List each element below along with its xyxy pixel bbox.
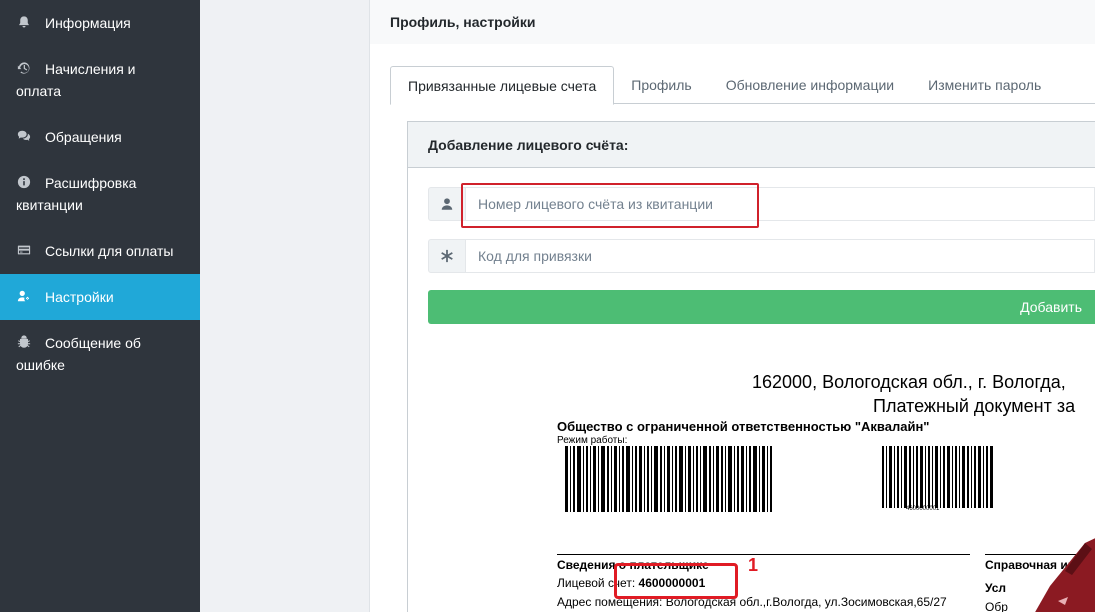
receipt-work-mode: Режим работы:	[557, 435, 628, 446]
receipt-obr: Обр	[985, 600, 1008, 612]
receipt-doc-line: Платежный документ за	[873, 396, 1076, 416]
add-button[interactable]: Добавить	[428, 290, 1095, 324]
receipt-account-label: Лицевой счет:	[557, 576, 636, 590]
user-gear-icon	[16, 287, 32, 305]
info-circle-icon	[16, 173, 32, 191]
tab-update-info[interactable]: Обновление информации	[709, 66, 911, 104]
sidebar-item-label: Расшифровка квитанции	[16, 175, 137, 213]
sidebar-item-label: Сообщение об ошибке	[16, 335, 141, 373]
receipt-organization: Общество с ограниченной ответственностью…	[557, 419, 930, 434]
user-icon	[428, 187, 466, 221]
sidebar-item-payment-links[interactable]: Ссылки для оплаты	[0, 228, 200, 274]
receipt-divider	[557, 554, 970, 555]
tab-profile[interactable]: Профиль	[614, 66, 708, 104]
card-header: Добавление лицевого счёта:	[408, 122, 1095, 168]
receipt-address-line: 162000, Вологодская обл., г. Вологда,	[752, 372, 1066, 392]
sidebar-item-settings[interactable]: Настройки	[0, 274, 200, 320]
sidebar-item-label: Начисления и оплата	[16, 61, 136, 99]
sidebar-item-appeals[interactable]: Обращения	[0, 114, 200, 160]
tab-change-password[interactable]: Изменить пароль	[911, 66, 1058, 104]
barcode-number: 4600000001	[906, 506, 940, 512]
receipt-services: Усл	[985, 581, 1007, 595]
tab-linked-accounts[interactable]: Привязанные лицевые счета	[390, 66, 615, 105]
receipt-account-line: Лицевой счет: 4600000001	[557, 576, 705, 590]
comments-icon	[16, 127, 32, 145]
sidebar-item-label: Ссылки для оплаты	[45, 243, 174, 259]
barcode-1	[565, 446, 772, 512]
marker-number: 1	[748, 555, 759, 575]
receipt-address: Адрес помещения: Вологодская обл.,г.Воло…	[557, 595, 947, 609]
tab-bar: Привязанные лицевые счета Профиль Обновл…	[390, 66, 1095, 105]
receipt-payer-heading: Сведения о плательщике	[557, 558, 709, 572]
sidebar: Информация Начисления и оплата Обращения…	[0, 0, 200, 612]
asterisk-icon	[428, 239, 466, 273]
sidebar-item-receipt-decoding[interactable]: Расшифровка квитанции	[0, 160, 200, 228]
sidebar-item-label: Обращения	[45, 129, 122, 145]
sidebar-item-label: Информация	[45, 15, 131, 31]
sidebar-item-error-report[interactable]: Сообщение об ошибке	[0, 320, 200, 388]
account-input-group	[428, 187, 1095, 221]
pen-icon	[1035, 538, 1095, 612]
receipt-sample-image: 162000, Вологодская обл., г. Вологда, Пл…	[540, 356, 1095, 612]
sidebar-item-information[interactable]: Информация	[0, 0, 200, 46]
account-number-input[interactable]	[466, 187, 1095, 221]
sidebar-item-charges-payment[interactable]: Начисления и оплата	[0, 46, 200, 114]
bell-icon	[16, 13, 32, 31]
receipt-account-number: 4600000001	[638, 576, 706, 590]
barcode-2	[882, 446, 993, 508]
page-title: Профиль, настройки	[390, 14, 536, 30]
credit-card-icon	[16, 241, 32, 259]
bug-icon	[16, 333, 32, 351]
card-title: Добавление лицевого счёта:	[428, 137, 629, 153]
binding-code-input[interactable]	[466, 239, 1095, 273]
history-icon	[16, 59, 32, 77]
code-input-group	[428, 239, 1095, 273]
sidebar-item-label: Настройки	[45, 289, 114, 305]
